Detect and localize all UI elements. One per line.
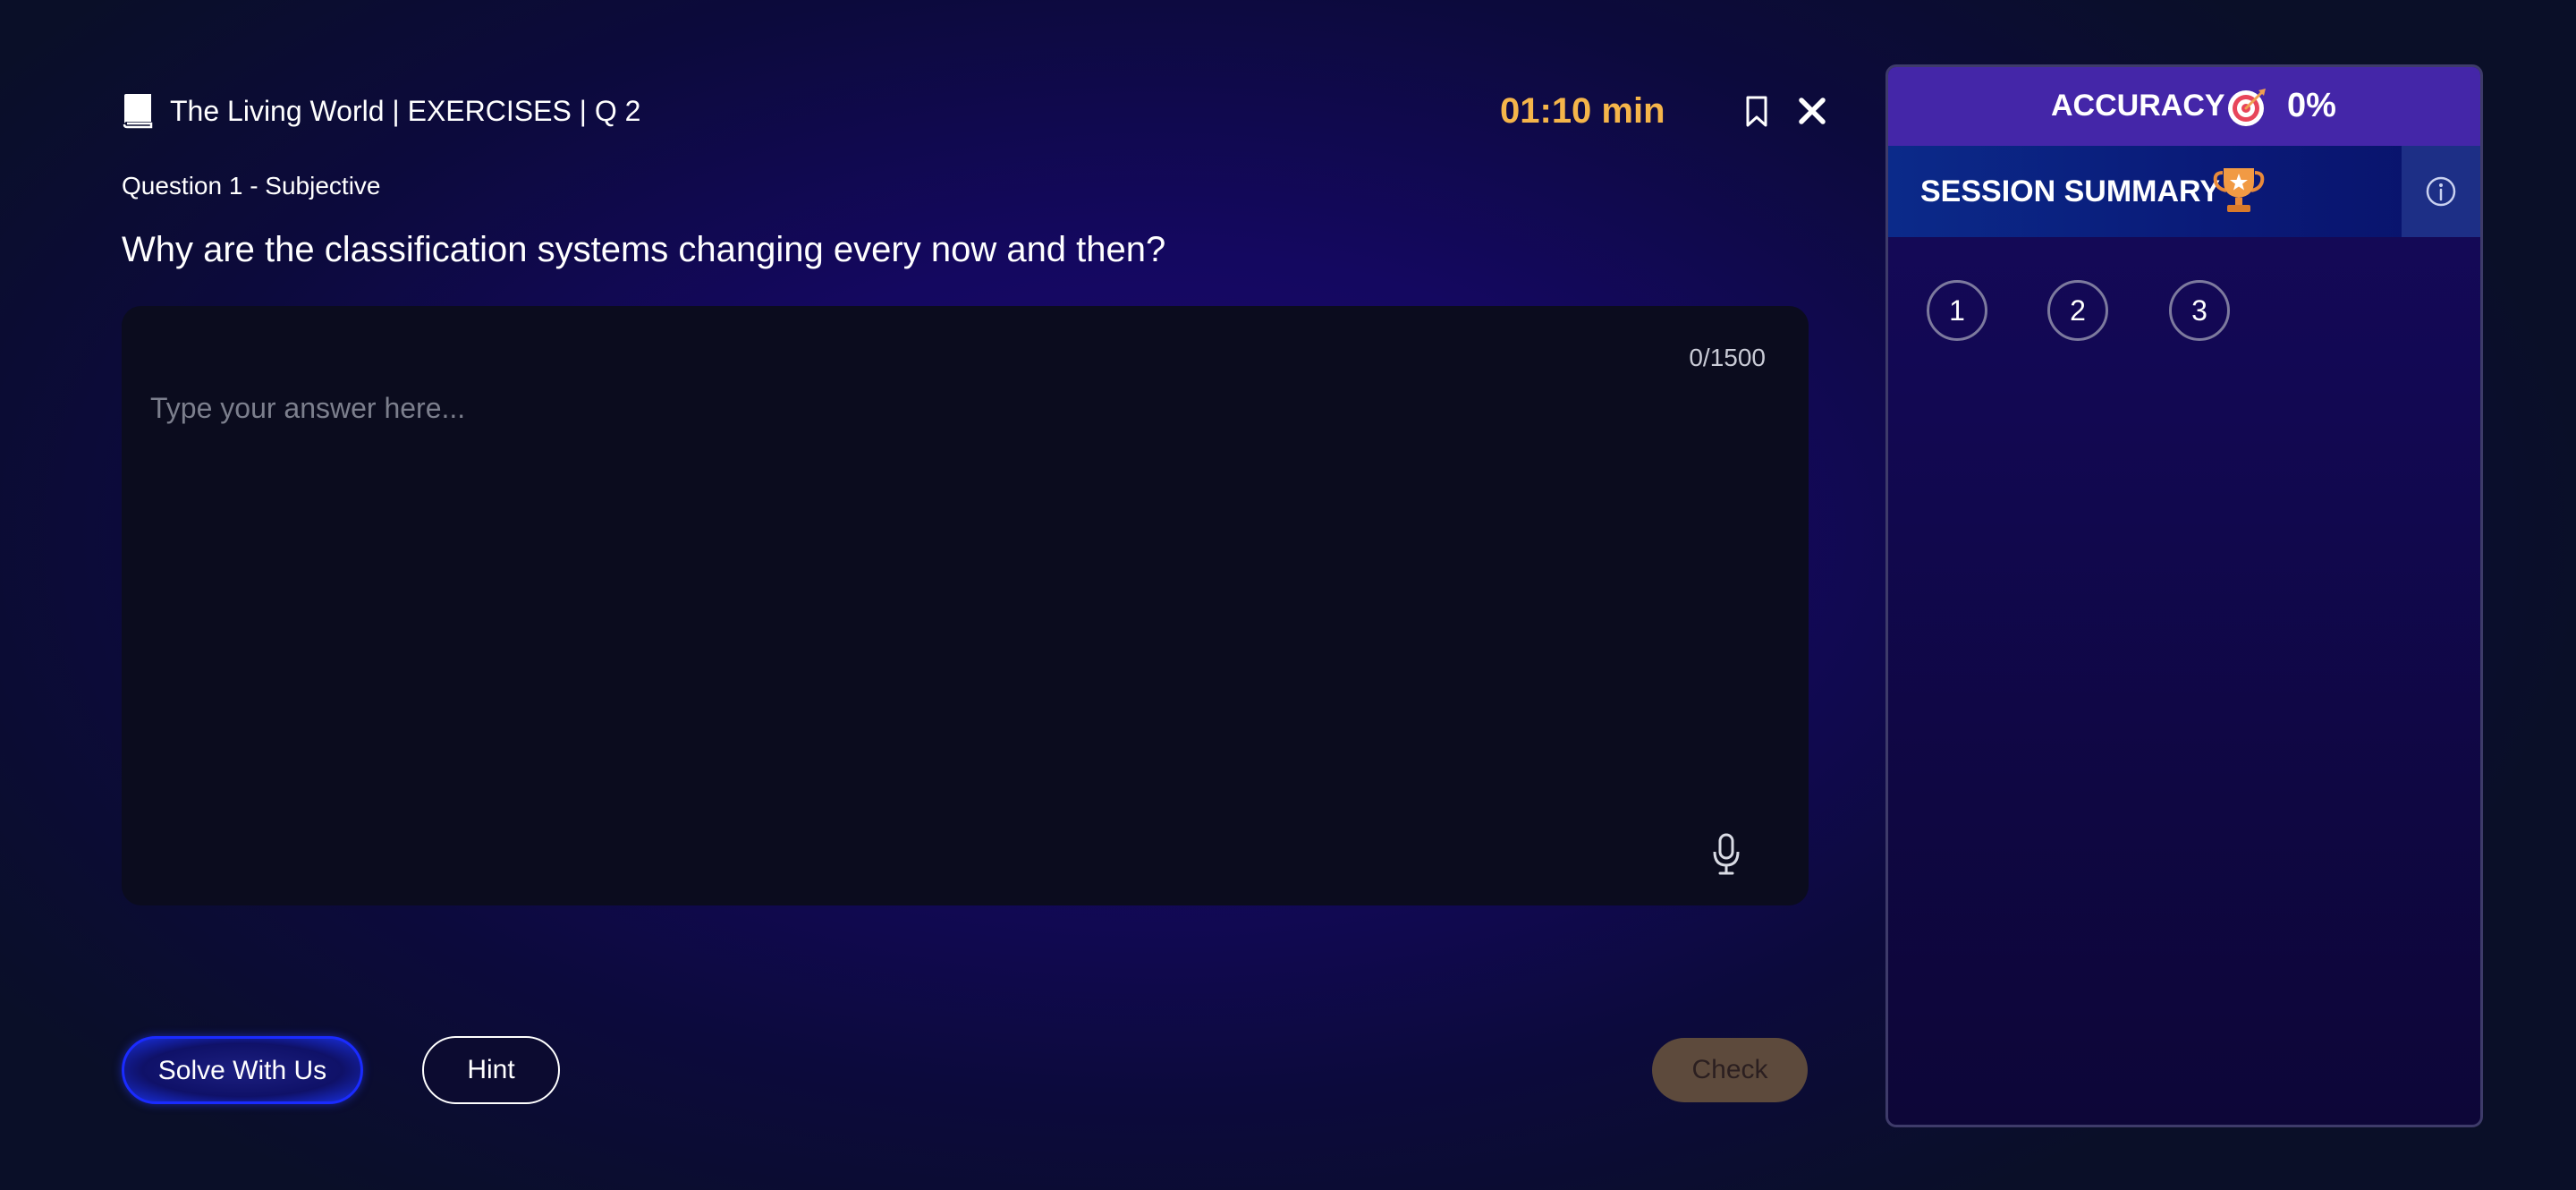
- answer-input[interactable]: [150, 388, 1671, 818]
- question-nav-3[interactable]: 3: [2169, 280, 2230, 341]
- target-icon: [2228, 89, 2266, 126]
- solve-with-us-button[interactable]: Solve With Us: [122, 1036, 363, 1104]
- close-icon[interactable]: [1794, 93, 1830, 129]
- accuracy-bar: ACCURACY 0%: [1888, 67, 2480, 146]
- char-counter: 0/1500: [1689, 344, 1766, 371]
- book-icon: [123, 94, 153, 129]
- question-meta: Question 1 - Subjective: [122, 172, 381, 200]
- check-button[interactable]: Check: [1652, 1038, 1808, 1102]
- microphone-icon[interactable]: [1708, 832, 1744, 877]
- breadcrumb: The Living World | EXERCISES | Q 2: [170, 95, 641, 127]
- accuracy-value: 0%: [2287, 87, 2336, 124]
- header: The Living World | EXERCISES | Q 2 01:10…: [122, 89, 1830, 132]
- session-summary-bar: SESSION SUMMARY: [1888, 146, 2480, 237]
- question-nav-1[interactable]: 1: [1927, 280, 1987, 341]
- info-icon: [2426, 176, 2456, 207]
- trophy-icon: [2213, 168, 2265, 212]
- timer: 01:10 min: [1500, 91, 1665, 131]
- question-nav-2[interactable]: 2: [2047, 280, 2108, 341]
- question-text: Why are the classification systems chang…: [122, 230, 1166, 269]
- hint-button[interactable]: Hint: [422, 1036, 560, 1104]
- bookmark-icon[interactable]: [1739, 93, 1775, 129]
- answer-box: 0/1500: [122, 306, 1809, 905]
- info-button[interactable]: [2402, 146, 2480, 237]
- accuracy-label: ACCURACY: [2051, 89, 2225, 123]
- session-panel: ACCURACY 0% SESSION SUMMARY 1 2 3: [1885, 64, 2483, 1127]
- session-summary-label: SESSION SUMMARY: [1920, 174, 2221, 208]
